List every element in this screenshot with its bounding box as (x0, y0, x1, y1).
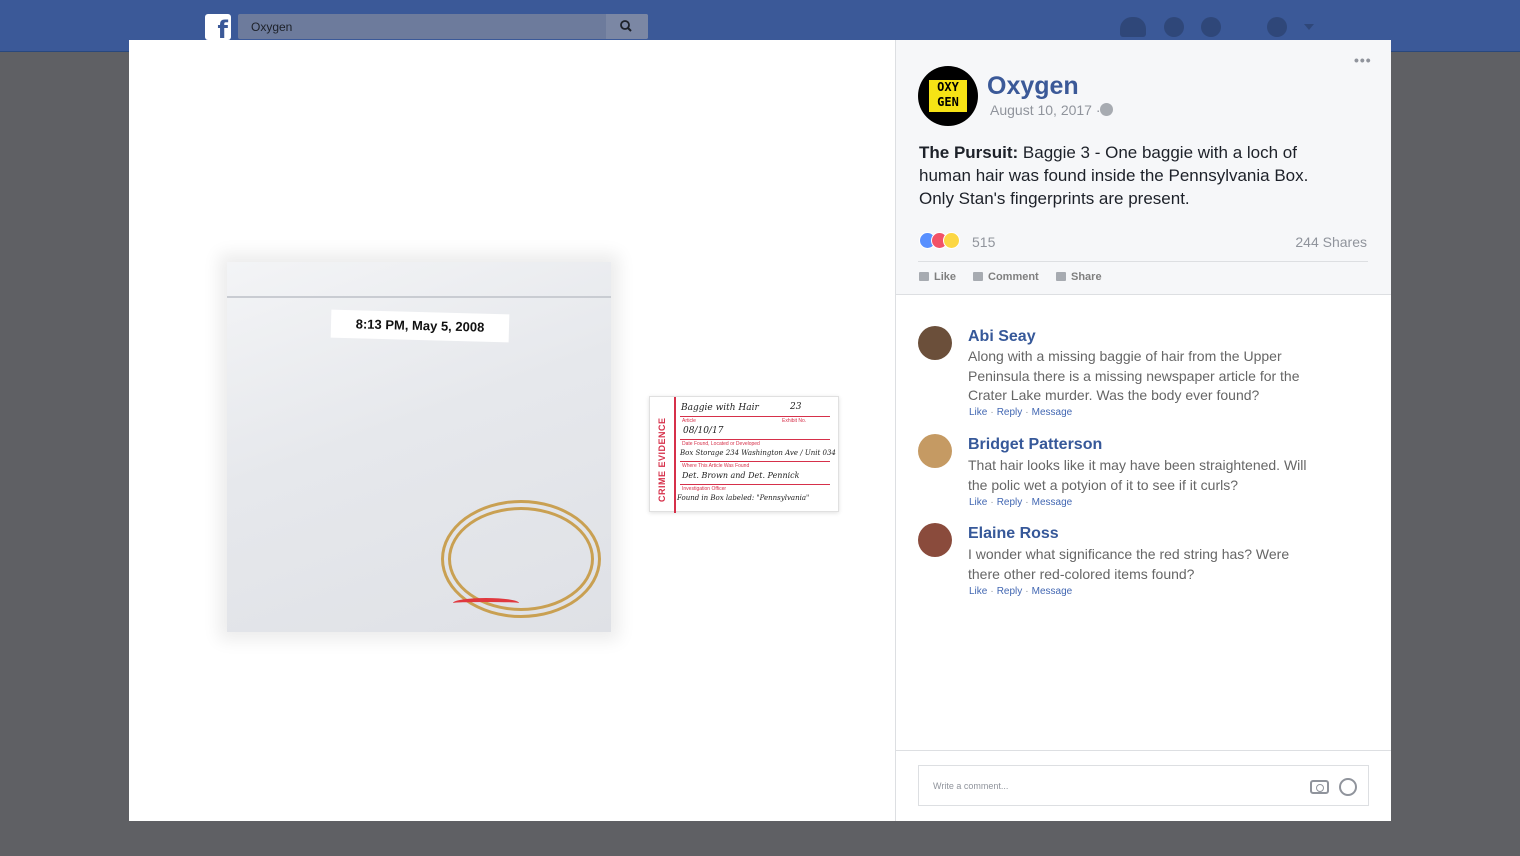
card-officer: Det. Brown and Det. Pennick (682, 471, 800, 480)
comment-like-link[interactable]: Like (969, 497, 987, 508)
comment-text: Along with a missing baggie of hair from… (968, 348, 1300, 403)
messages-icon[interactable] (1164, 17, 1184, 37)
camera-icon[interactable] (1310, 780, 1329, 794)
card-side-title: CRIME EVIDENCE (657, 417, 667, 502)
bag-timestamp-label: 8:13 PM, May 5, 2008 (330, 309, 510, 343)
search-box (238, 14, 648, 39)
avatar[interactable] (918, 434, 952, 468)
card-note: Found in Box labeled: "Pennsylvania" (677, 494, 810, 502)
reactions-summary[interactable] (919, 232, 979, 250)
comment-message-link[interactable]: Message (1032, 407, 1073, 418)
comment-author[interactable]: Bridget Patterson (968, 436, 1102, 454)
card-exhibit-no: 23 (790, 402, 802, 412)
post-sidebar: ••• OXY GEN Oxygen August 10, 2017 · The … (896, 40, 1391, 821)
comment-bubble-icon (973, 272, 983, 281)
comment-text: That hair looks like it may have been st… (968, 457, 1307, 493)
notifications-globe-icon[interactable] (1201, 17, 1221, 37)
evidence-bag-image: 8:13 PM, May 5, 2008 (227, 262, 611, 632)
photo-viewer-modal: 8:13 PM, May 5, 2008 CRIME EVIDENCE Bagg… (129, 40, 1391, 821)
post-text: The Pursuit: Baggie 3 - One baggie with … (919, 141, 1329, 210)
comment-reply-link[interactable]: Reply (997, 586, 1023, 597)
facebook-logo-icon[interactable]: f (205, 14, 231, 40)
comment-composer (918, 765, 1369, 806)
page-name-link[interactable]: Oxygen (987, 72, 1079, 101)
friends-icon[interactable] (1120, 17, 1146, 37)
comment-actions: Like · Reply · Message (969, 586, 1073, 597)
divider (918, 261, 1368, 262)
card-line (680, 439, 830, 440)
evidence-card: CRIME EVIDENCE Baggie with Hair 23 Artic… (649, 396, 839, 513)
public-globe-icon (1100, 103, 1113, 116)
comment-author[interactable]: Abi Seay (968, 328, 1036, 346)
comment-reply-link[interactable]: Reply (997, 407, 1023, 418)
wow-reaction-icon (943, 232, 960, 249)
comment-actions: Like · Reply · Message (969, 407, 1073, 418)
card-article: Baggie with Hair (681, 403, 759, 413)
search-input[interactable] (238, 14, 606, 39)
card-article-caption: Article (682, 418, 696, 424)
comment-text: I wonder what significance the red strin… (968, 546, 1290, 582)
comment-like-link[interactable]: Like (969, 407, 987, 418)
bag-zip-seal (227, 296, 611, 298)
card-location: Box Storage 234 Washington Ave / Unit 03… (680, 449, 836, 457)
comment-input[interactable] (919, 766, 1299, 805)
comment-reply-link[interactable]: Reply (997, 497, 1023, 508)
help-icon[interactable] (1267, 17, 1287, 37)
caret-down-icon[interactable] (1304, 24, 1314, 30)
post-text-bold: The Pursuit: (919, 143, 1019, 162)
oxygen-logo-icon: OXY GEN (929, 80, 967, 112)
card-location-caption: Where This Article Was Found (682, 463, 750, 469)
comment-actions: Like · Reply · Message (969, 497, 1073, 508)
divider (896, 750, 1391, 751)
search-button[interactable] (606, 14, 648, 39)
avatar[interactable] (918, 326, 952, 360)
shares-count[interactable]: 244 Shares (1284, 234, 1367, 250)
comment-author[interactable]: Elaine Ross (968, 525, 1059, 543)
comment-message-link[interactable]: Message (1032, 586, 1073, 597)
card-side-strip: CRIME EVIDENCE (650, 397, 676, 513)
search-icon (620, 20, 632, 32)
card-date: 08/10/17 (683, 426, 724, 436)
card-exhibit-caption: Exhibit No. (782, 418, 807, 424)
comment-message-link[interactable]: Message (1032, 497, 1073, 508)
card-officer-caption: Investigation Officer (682, 486, 727, 492)
more-options-icon[interactable]: ••• (1354, 52, 1372, 68)
post-date[interactable]: August 10, 2017 · (990, 102, 1101, 118)
card-line (680, 461, 830, 462)
comment-button[interactable]: Comment (973, 271, 1039, 283)
emoji-icon[interactable] (1339, 778, 1357, 796)
like-button[interactable]: Like (919, 271, 956, 283)
card-line (680, 416, 830, 417)
share-button[interactable]: Share (1056, 271, 1102, 283)
comment-like-link[interactable]: Like (969, 586, 987, 597)
reaction-count[interactable]: 515 (972, 234, 995, 250)
red-string-image (453, 598, 519, 608)
share-arrow-icon (1056, 272, 1066, 281)
card-date-caption: Date Found, Located or Developed (682, 441, 760, 447)
card-line (680, 484, 830, 485)
post-header-section: ••• OXY GEN Oxygen August 10, 2017 · The … (896, 40, 1391, 295)
page-avatar[interactable]: OXY GEN (918, 66, 978, 126)
avatar[interactable] (918, 523, 952, 557)
photo-area[interactable]: 8:13 PM, May 5, 2008 CRIME EVIDENCE Bagg… (129, 40, 896, 821)
thumbs-up-icon (919, 272, 929, 281)
